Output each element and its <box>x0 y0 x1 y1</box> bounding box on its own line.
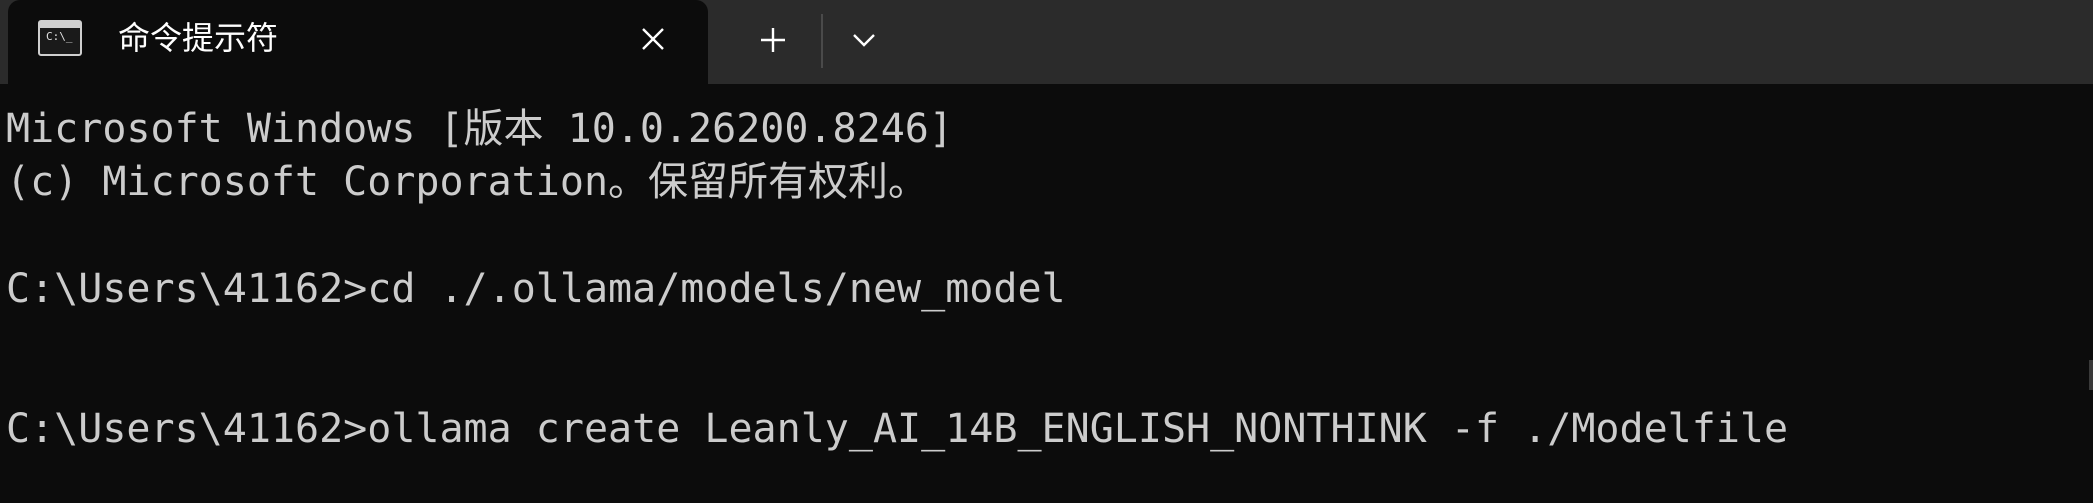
terminal-window: C:\_ 命令提示符 Microsoft Windows [版本 10.0.26… <box>0 0 2093 503</box>
scrollbar[interactable] <box>2089 360 2093 390</box>
terminal-icon: C:\_ <box>38 20 82 56</box>
close-icon <box>642 28 664 50</box>
tab-title: 命令提示符 <box>118 19 279 57</box>
plus-icon <box>761 28 785 52</box>
new-tab-button[interactable] <box>745 12 801 68</box>
console-line-cd-command: C:\Users\41162>cd ./.ollama/models/new_m… <box>6 266 1066 312</box>
toolbar-divider <box>821 14 823 68</box>
console-line-version: Microsoft Windows [版本 10.0.26200.8246] <box>6 106 953 152</box>
close-tab-button[interactable] <box>628 14 678 64</box>
tab-dropdown-button[interactable] <box>836 12 892 68</box>
tab-command-prompt[interactable]: C:\_ 命令提示符 <box>8 0 708 84</box>
console-line-copyright: (c) Microsoft Corporation。保留所有权利。 <box>6 159 929 205</box>
chevron-down-icon <box>853 34 875 47</box>
terminal-icon-label: C:\_ <box>46 30 73 43</box>
console-output[interactable]: Microsoft Windows [版本 10.0.26200.8246] (… <box>0 84 2060 503</box>
title-bar: C:\_ 命令提示符 <box>0 0 2093 84</box>
console-line-ollama-command: C:\Users\41162>ollama create Leanly_AI_1… <box>6 406 1789 452</box>
